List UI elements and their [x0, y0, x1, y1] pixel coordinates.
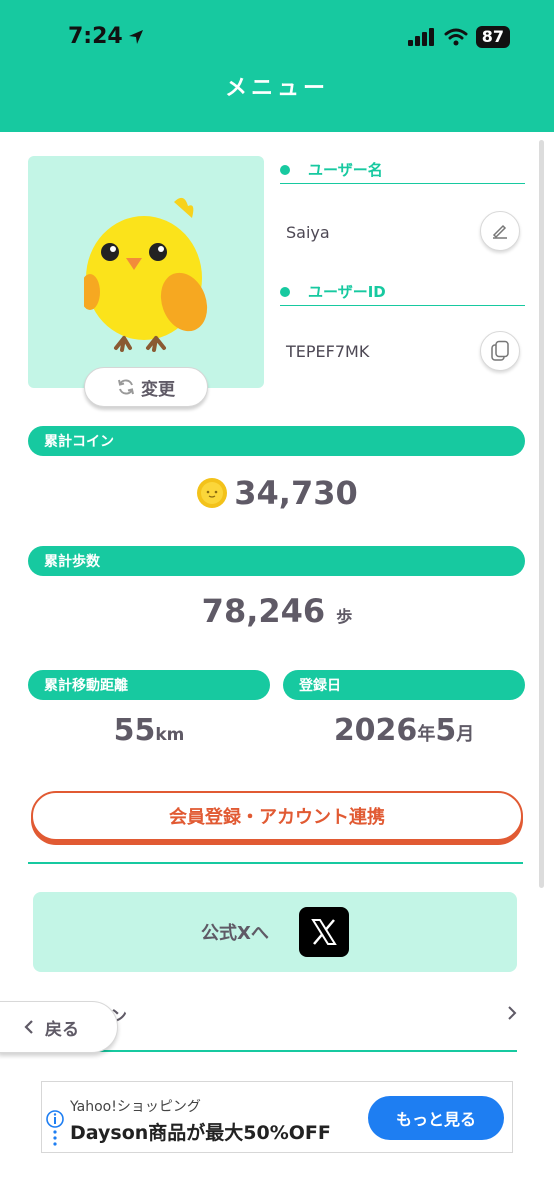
official-x-label: 公式Xへ: [201, 923, 269, 944]
ad-title: Dayson商品が最大50%OFF: [70, 1122, 331, 1144]
total-steps-value-row: 78,246 歩: [0, 592, 554, 630]
total-distance-value: 55: [113, 713, 156, 748]
userid-label-text: ユーザーID: [308, 283, 386, 301]
battery-icon: 87: [475, 26, 510, 48]
registration-date-bar: 登録日: [283, 670, 525, 700]
section-divider: [28, 862, 523, 864]
total-steps-bar: 累計歩数: [28, 546, 525, 576]
steps-unit: 歩: [336, 607, 353, 626]
username-label-text: ユーザー名: [308, 161, 383, 179]
back-button[interactable]: 戻る: [0, 1001, 118, 1053]
change-button-label: 変更: [141, 379, 175, 400]
total-steps-value: 78,246: [201, 592, 326, 630]
registration-month: 5: [435, 713, 457, 748]
userid-label: ユーザーID: [280, 278, 525, 306]
registration-year: 2026: [333, 713, 418, 748]
edit-username-button[interactable]: [480, 211, 520, 251]
official-x-button[interactable]: 公式Xへ: [33, 892, 517, 972]
username-value: Saiya: [286, 223, 330, 242]
chevron-left-icon: [24, 1020, 33, 1034]
x-logo-icon: [298, 907, 349, 957]
wifi-icon: [444, 28, 468, 46]
coin-icon: [197, 478, 228, 508]
username-label: ユーザー名: [280, 156, 525, 184]
chick-character-icon: [84, 197, 208, 352]
copy-userid-button[interactable]: [480, 331, 520, 371]
scrollbar[interactable]: [539, 140, 544, 888]
info-icon: [46, 1110, 64, 1146]
distance-unit: km: [155, 725, 185, 745]
change-avatar-button[interactable]: 変更: [84, 367, 208, 407]
total-coins-bar: 累計コイン: [28, 426, 525, 456]
app-header: 7:24 87 メニュー: [0, 0, 554, 132]
member-registration-button[interactable]: 会員登録・アカウント連携: [31, 791, 523, 841]
page-title: メニュー: [224, 76, 329, 101]
clock-text: 7:24: [68, 24, 123, 49]
bullet-dot-icon: [280, 164, 290, 175]
ad-source: Yahoo!ショッピング: [70, 1099, 201, 1115]
pencil-icon: [492, 224, 507, 239]
total-distance-bar: 累計移動距離: [28, 670, 270, 700]
total-distance-value-row: 55km: [28, 713, 270, 748]
status-time: 7:24: [68, 24, 145, 49]
avatar: [28, 156, 264, 388]
bullet-dot-icon: [280, 286, 290, 297]
ad-banner[interactable]: Yahoo!ショッピング Dayson商品が最大50%OFF もっと見る: [41, 1081, 513, 1153]
month-unit: 月: [456, 724, 475, 745]
total-coins-value-row: 34,730: [0, 474, 554, 512]
status-icons: 87: [407, 26, 510, 48]
year-unit: 年: [417, 724, 436, 745]
refresh-icon: [118, 379, 134, 395]
ad-cta-button[interactable]: もっと見る: [368, 1096, 504, 1140]
total-coins-value: 34,730: [234, 474, 358, 512]
userid-value: TEPEF7MK: [286, 342, 370, 361]
copy-icon: [491, 340, 509, 361]
location-arrow-icon: [128, 29, 143, 44]
registration-date-value-row: 2026年5月: [283, 713, 525, 748]
chevron-right-icon[interactable]: [506, 1003, 518, 1027]
signal-icon: [407, 28, 434, 46]
back-button-label: 戻る: [45, 1019, 79, 1040]
